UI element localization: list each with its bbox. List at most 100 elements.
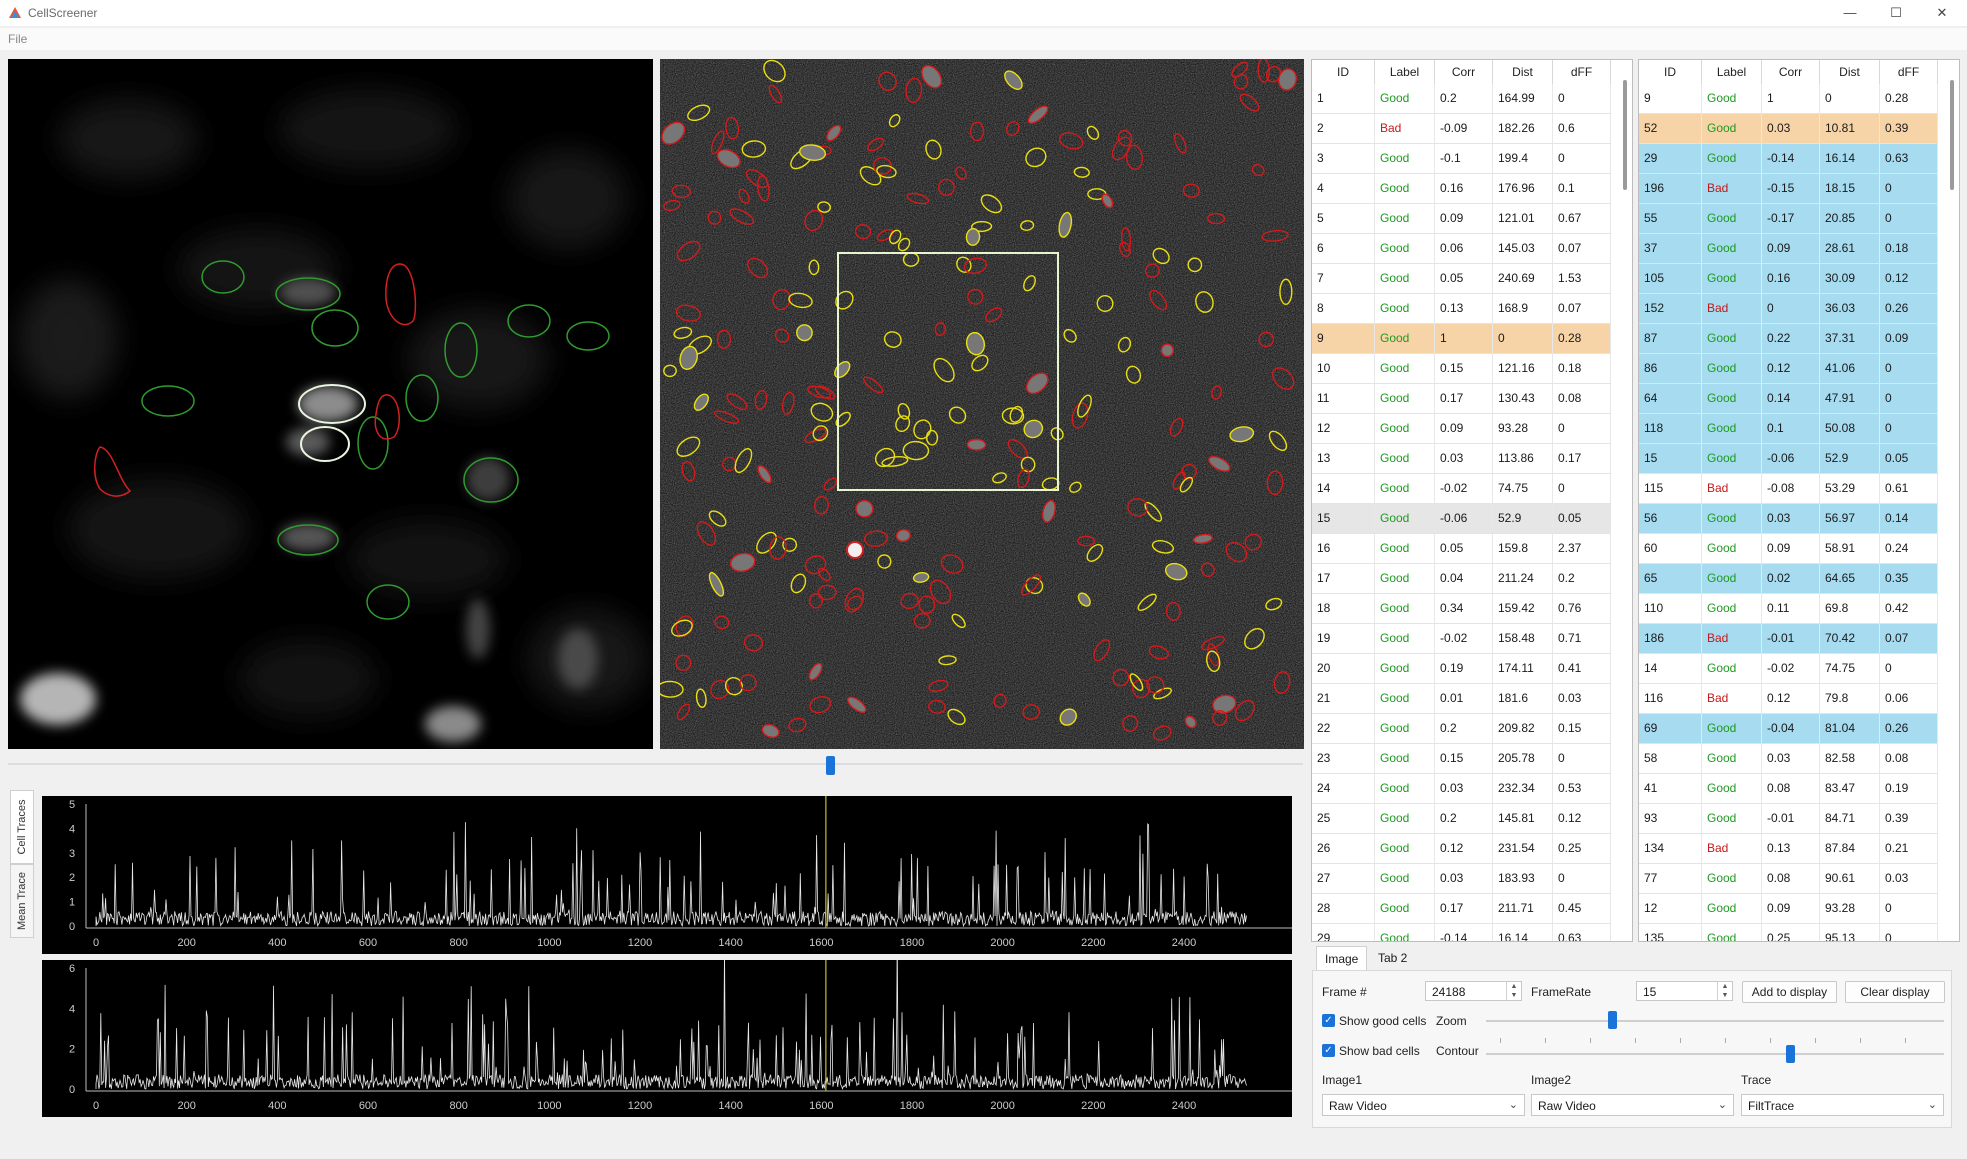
table-row[interactable]: 23 Good 0.15 205.78 0 <box>1312 744 1611 774</box>
table-row[interactable]: 52 Good 0.03 10.81 0.39 <box>1639 114 1938 144</box>
show-bad-cells-checkbox[interactable]: ✓ <box>1322 1044 1335 1057</box>
table-row[interactable]: 77 Good 0.08 90.61 0.03 <box>1639 864 1938 894</box>
table-row[interactable]: 152 Bad 0 36.03 0.26 <box>1639 294 1938 324</box>
tab-tab2[interactable]: Tab 2 <box>1370 946 1415 970</box>
table-row[interactable]: 135 Good 0.25 95.13 0 <box>1639 924 1938 941</box>
tab-mean-trace[interactable]: Mean Trace <box>10 864 34 938</box>
bad-cell-contour[interactable] <box>1160 343 1174 358</box>
table-row[interactable]: 55 Good -0.17 20.85 0 <box>1639 204 1938 234</box>
table-row[interactable]: 29 Good -0.14 16.14 0.63 <box>1639 144 1938 174</box>
zoom-slider-track[interactable] <box>1486 1020 1944 1022</box>
framerate-input[interactable]: 15 ▲ ▼ <box>1636 981 1733 1001</box>
table-row[interactable]: 58 Good 0.03 82.58 0.08 <box>1639 744 1938 774</box>
column-header-label[interactable]: Label <box>1375 60 1435 84</box>
table-scrollbar[interactable] <box>1623 80 1627 190</box>
add-to-display-button[interactable]: Add to display <box>1742 981 1837 1003</box>
table-row[interactable]: 8 Good 0.13 168.9 0.07 <box>1312 294 1611 324</box>
frame-number-input[interactable]: 24188 ▲ ▼ <box>1425 981 1522 1001</box>
menu-file[interactable]: File <box>8 32 27 46</box>
show-good-cells-checkbox[interactable]: ✓ <box>1322 1014 1335 1027</box>
table-row[interactable]: 64 Good 0.14 47.91 0 <box>1639 384 1938 414</box>
contour-slider-handle[interactable] <box>1786 1045 1795 1063</box>
table-row[interactable]: 26 Good 0.12 231.54 0.25 <box>1312 834 1611 864</box>
bad-cell-contour[interactable] <box>966 438 987 451</box>
table-row[interactable]: 9 Good 1 0 0.28 <box>1312 324 1611 354</box>
table-row[interactable]: 15 Good -0.06 52.9 0.05 <box>1312 504 1611 534</box>
trace-select[interactable]: FiltTrace ⌄ <box>1741 1094 1944 1116</box>
table-row[interactable]: 37 Good 0.09 28.61 0.18 <box>1639 234 1938 264</box>
column-header-corr[interactable]: Corr <box>1435 60 1493 84</box>
table-row[interactable]: 24 Good 0.03 232.34 0.53 <box>1312 774 1611 804</box>
table-row[interactable]: 15 Good -0.06 52.9 0.05 <box>1639 444 1938 474</box>
column-header-label[interactable]: Label <box>1702 60 1762 84</box>
table-row[interactable]: 3 Good -0.1 199.4 0 <box>1312 144 1611 174</box>
table-row[interactable]: 116 Bad 0.12 79.8 0.06 <box>1639 684 1938 714</box>
table-row[interactable]: 9 Good 1 0 0.28 <box>1639 84 1938 114</box>
good-cell-contour[interactable] <box>965 227 981 246</box>
table-row[interactable]: 186 Bad -0.01 70.42 0.07 <box>1639 624 1938 654</box>
table-row[interactable]: 20 Good 0.19 174.11 0.41 <box>1312 654 1611 684</box>
table-row[interactable]: 10 Good 0.15 121.16 0.18 <box>1312 354 1611 384</box>
mean-trace-plot[interactable]: 0 200 400 600 800 1000 1200 1400 1600 1800 2000 220… <box>42 934 1292 1117</box>
contour-slider-track[interactable] <box>1486 1053 1944 1055</box>
minimize-button[interactable]: — <box>1827 2 1873 24</box>
table-row[interactable]: 105 Good 0.16 30.09 0.12 <box>1639 264 1938 294</box>
cell-table-left[interactable]: ID Label Corr Dist dFF 1 Good 0.2 164.99 0 2 Bad -0… <box>1311 59 1633 942</box>
table-row[interactable]: 87 Good 0.22 37.31 0.09 <box>1639 324 1938 354</box>
frame-spinner-arrows[interactable]: ▲ ▼ <box>1506 982 1521 1000</box>
column-header-corr[interactable]: Corr <box>1762 60 1820 84</box>
table-row[interactable]: 14 Good -0.02 74.75 0 <box>1639 654 1938 684</box>
column-header-dff[interactable]: dFF <box>1880 60 1938 84</box>
table-row[interactable]: 25 Good 0.2 145.81 0.12 <box>1312 804 1611 834</box>
table-row[interactable]: 60 Good 0.09 58.91 0.24 <box>1639 534 1938 564</box>
column-header-id[interactable]: ID <box>1312 60 1375 84</box>
close-button[interactable]: ✕ <box>1919 2 1965 24</box>
table-row[interactable]: 56 Good 0.03 56.97 0.14 <box>1639 504 1938 534</box>
zoom-slider-handle[interactable] <box>1608 1011 1617 1029</box>
table-row[interactable]: 14 Good -0.02 74.75 0 <box>1312 474 1611 504</box>
table-scrollbar[interactable] <box>1950 80 1954 190</box>
tab-image[interactable]: Image <box>1316 946 1368 971</box>
table-row[interactable]: 69 Good -0.04 81.04 0.26 <box>1639 714 1938 744</box>
table-row[interactable]: 86 Good 0.12 41.06 0 <box>1639 354 1938 384</box>
table-row[interactable]: 27 Good 0.03 183.93 0 <box>1312 864 1611 894</box>
table-row[interactable]: 12 Good 0.09 93.28 0 <box>1639 894 1938 924</box>
clear-display-button[interactable]: Clear display <box>1845 981 1945 1003</box>
table-row[interactable]: 11 Good 0.17 130.43 0.08 <box>1312 384 1611 414</box>
maximize-button[interactable]: ☐ <box>1873 2 1919 24</box>
table-row[interactable]: 6 Good 0.06 145.03 0.07 <box>1312 234 1611 264</box>
column-header-dff[interactable]: dFF <box>1553 60 1611 84</box>
table-row[interactable]: 118 Good 0.1 50.08 0 <box>1639 414 1938 444</box>
table-row[interactable]: 110 Good 0.11 69.8 0.42 <box>1639 594 1938 624</box>
image-view-full[interactable] <box>660 59 1304 749</box>
column-header-dist[interactable]: Dist <box>1493 60 1553 84</box>
table-row[interactable]: 7 Good 0.05 240.69 1.53 <box>1312 264 1611 294</box>
table-row[interactable]: 18 Good 0.34 159.42 0.76 <box>1312 594 1611 624</box>
table-row[interactable]: 28 Good 0.17 211.71 0.45 <box>1312 894 1611 924</box>
table-row[interactable]: 16 Good 0.05 159.8 2.37 <box>1312 534 1611 564</box>
column-header-id[interactable]: ID <box>1639 60 1702 84</box>
frame-slider-track[interactable] <box>8 763 1303 765</box>
table-row[interactable]: 4 Good 0.16 176.96 0.1 <box>1312 174 1611 204</box>
column-header-dist[interactable]: Dist <box>1820 60 1880 84</box>
table-row[interactable]: 196 Bad -0.15 18.15 0 <box>1639 174 1938 204</box>
table-row[interactable]: 5 Good 0.09 121.01 0.67 <box>1312 204 1611 234</box>
framerate-spinner-arrows[interactable]: ▲ ▼ <box>1717 982 1732 1000</box>
table-row[interactable]: 93 Good -0.01 84.71 0.39 <box>1639 804 1938 834</box>
table-row[interactable]: 13 Good 0.03 113.86 0.17 <box>1312 444 1611 474</box>
cell-trace-plot[interactable]: 0 200 400 600 800 1000 1200 1400 1600 1800 2000 220… <box>42 796 1292 954</box>
table-row[interactable]: 19 Good -0.02 158.48 0.71 <box>1312 624 1611 654</box>
table-row[interactable]: 12 Good 0.09 93.28 0 <box>1312 414 1611 444</box>
image-view-zoomed[interactable] <box>8 59 653 749</box>
image2-select[interactable]: Raw Video ⌄ <box>1531 1094 1734 1116</box>
table-row[interactable]: 1 Good 0.2 164.99 0 <box>1312 84 1611 114</box>
table-row[interactable]: 2 Bad -0.09 182.26 0.6 <box>1312 114 1611 144</box>
table-row[interactable]: 21 Good 0.01 181.6 0.03 <box>1312 684 1611 714</box>
table-row[interactable]: 134 Bad 0.13 87.84 0.21 <box>1639 834 1938 864</box>
table-row[interactable]: 17 Good 0.04 211.24 0.2 <box>1312 564 1611 594</box>
table-row[interactable]: 22 Good 0.2 209.82 0.15 <box>1312 714 1611 744</box>
table-row[interactable]: 115 Bad -0.08 53.29 0.61 <box>1639 474 1938 504</box>
table-row[interactable]: 65 Good 0.02 64.65 0.35 <box>1639 564 1938 594</box>
table-row[interactable]: 29 Good -0.14 16.14 0.63 <box>1312 924 1611 941</box>
image1-select[interactable]: Raw Video ⌄ <box>1322 1094 1525 1116</box>
